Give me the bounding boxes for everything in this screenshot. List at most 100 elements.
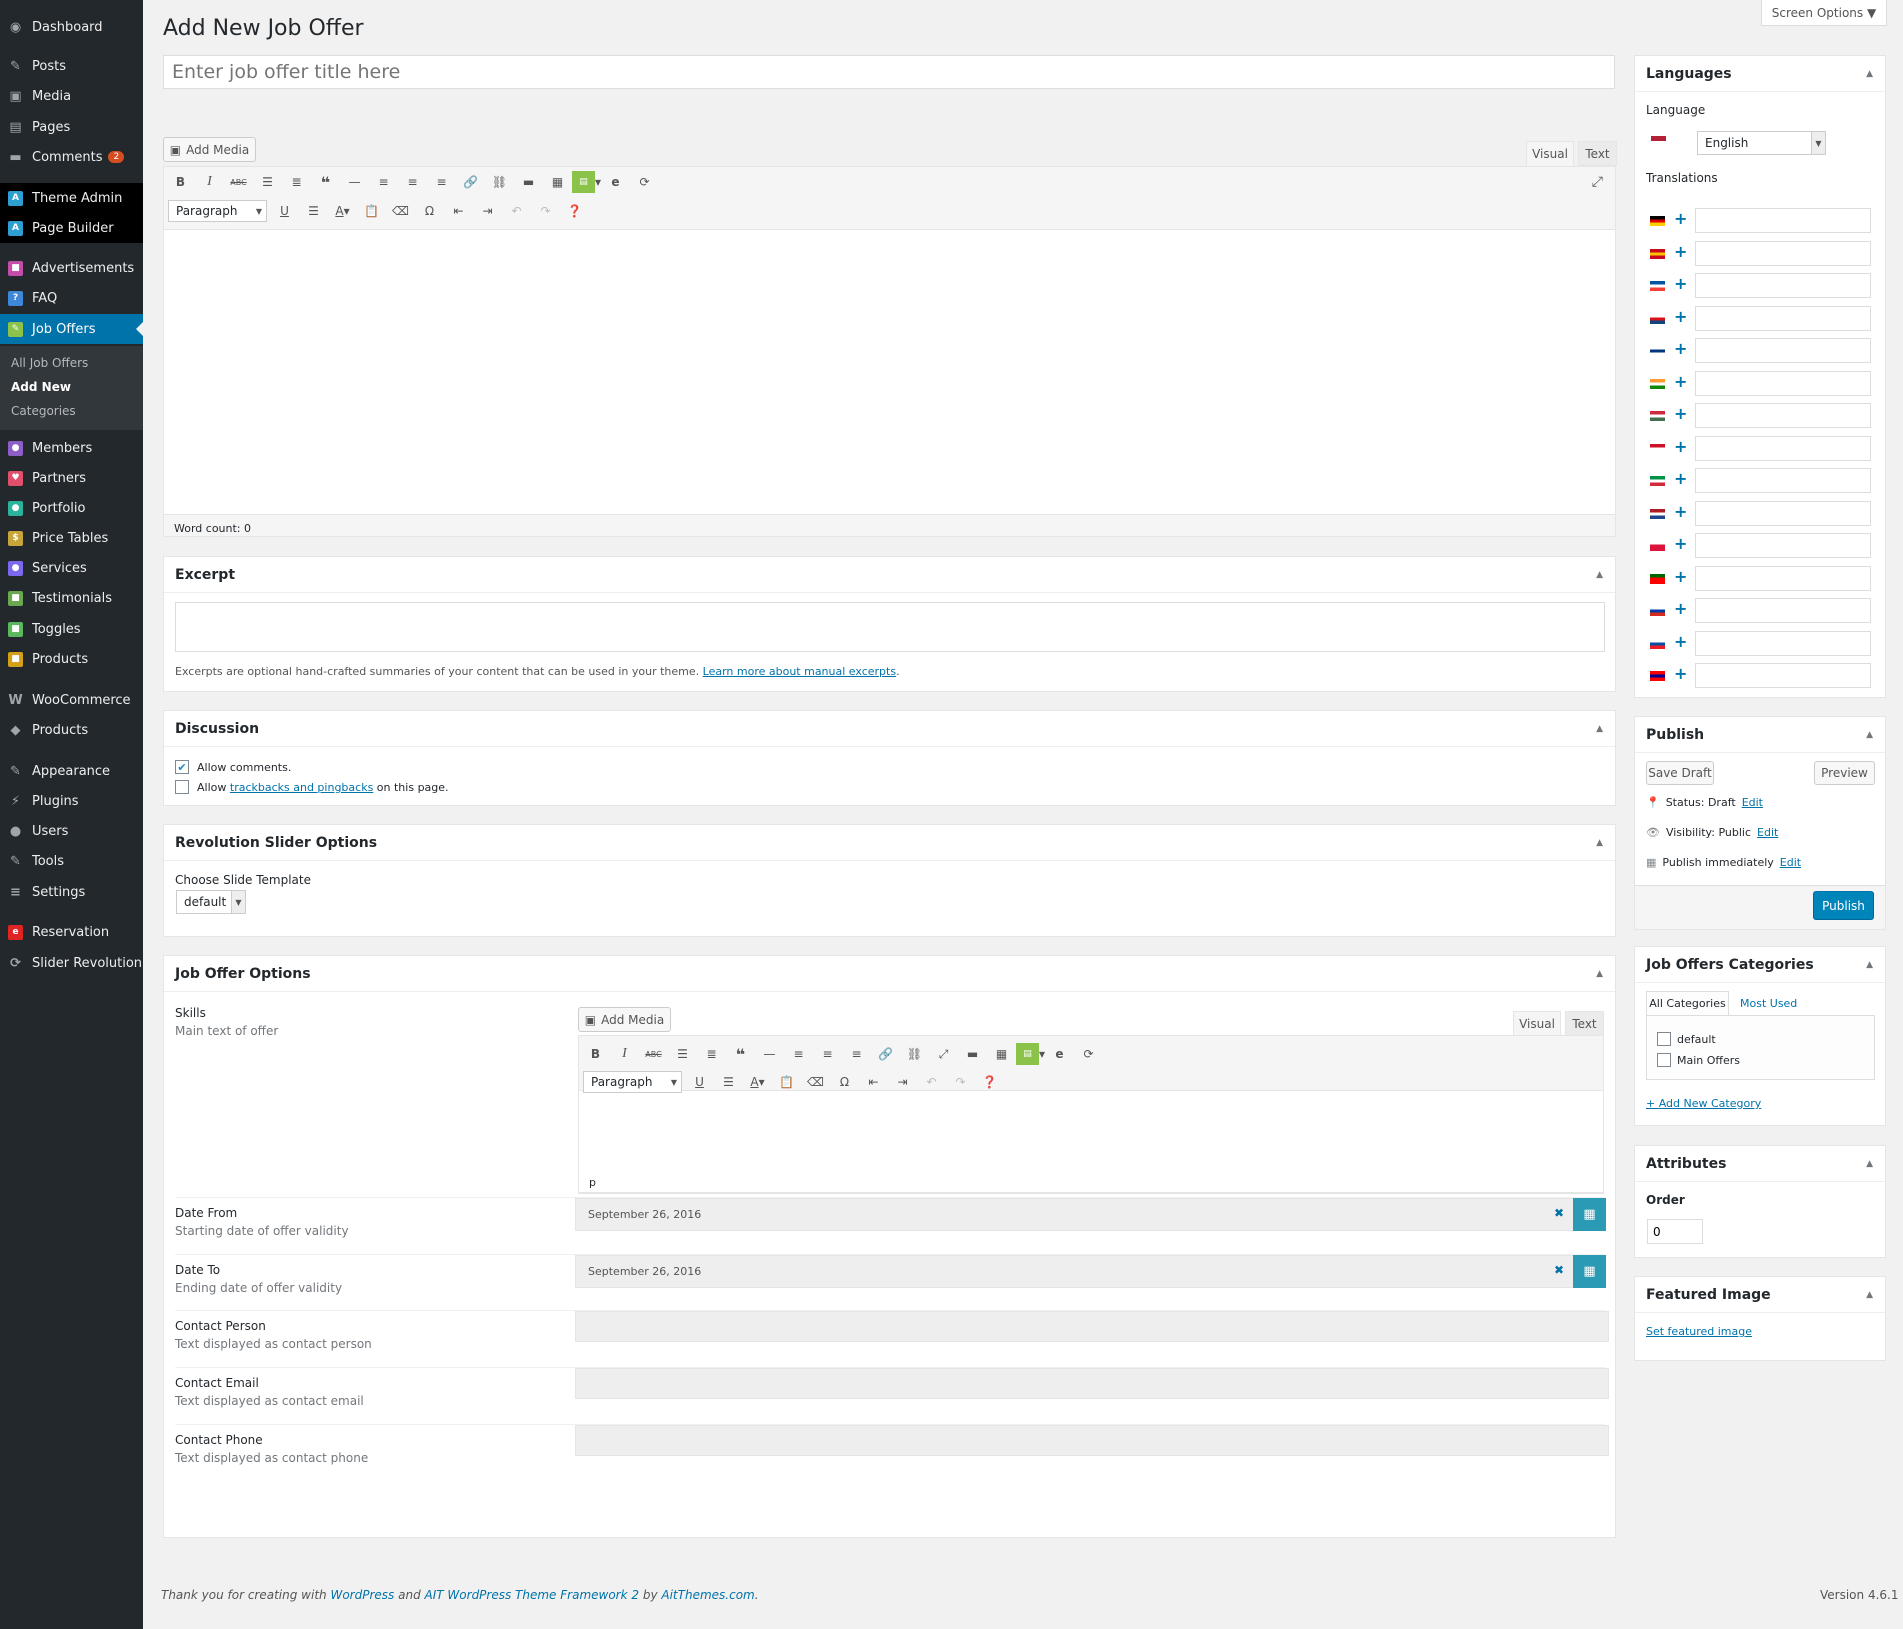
clear-format-icon[interactable]: ⌫ — [386, 200, 415, 222]
italic-icon[interactable]: I — [610, 1043, 639, 1065]
excerpt-learn-more-link[interactable]: Learn more about manual excerpts — [703, 665, 896, 678]
unlink-icon[interactable]: ⛓ — [900, 1043, 929, 1065]
horizontal-rule-icon[interactable]: — — [340, 171, 369, 193]
set-featured-image-link[interactable]: Set featured image — [1646, 1325, 1752, 1338]
submenu-add-new[interactable]: Add New — [11, 380, 71, 394]
collapse-arrow-icon[interactable]: ▲ — [1866, 730, 1873, 740]
special-char-icon[interactable]: Ω — [415, 200, 444, 222]
add-translation-icon[interactable]: + — [1674, 437, 1687, 456]
underline-icon[interactable]: U — [685, 1071, 714, 1093]
category-main-offers-checkbox[interactable] — [1657, 1053, 1671, 1067]
italian-translation-input[interactable] — [1695, 468, 1871, 493]
dutch-translation-input[interactable] — [1695, 500, 1871, 526]
order-input[interactable] — [1647, 1219, 1703, 1244]
sidebar-item-price-tables[interactable]: $ Price Tables — [0, 523, 143, 553]
add-translation-icon[interactable]: + — [1674, 664, 1687, 683]
sidebar-item-settings[interactable]: ≡ Settings — [0, 877, 143, 907]
text-color-icon[interactable]: A ▾ — [743, 1071, 772, 1093]
sidebar-item-toggles[interactable]: ■ Toggles — [0, 614, 143, 644]
allow-comments-checkbox[interactable]: ✔ — [175, 760, 189, 774]
sidebar-item-portfolio[interactable]: ● Portfolio — [0, 493, 143, 523]
sidebar-item-plugins[interactable]: ⚡ Plugins — [0, 786, 143, 816]
hungarian-translation-input[interactable] — [1695, 403, 1871, 428]
title-input[interactable] — [163, 55, 1615, 89]
allow-pingbacks-checkbox[interactable] — [175, 780, 189, 794]
add-translation-icon[interactable]: + — [1674, 404, 1687, 423]
sidebar-item-reservation[interactable]: e Reservation — [0, 917, 143, 947]
sidebar-item-page-builder[interactable]: A Page Builder — [0, 213, 143, 243]
shortcode-icon[interactable]: ▤ ▾ — [1016, 1043, 1045, 1065]
sidebar-item-faq[interactable]: ? FAQ — [0, 283, 143, 313]
skills-tab-text[interactable]: Text — [1565, 1011, 1604, 1036]
revslider-icon[interactable]: ⟳ — [630, 171, 659, 193]
clear-format-icon[interactable]: ⌫ — [801, 1071, 830, 1093]
fullscreen-icon[interactable]: ⤢ — [1592, 174, 1603, 190]
clear-date-icon[interactable]: ✖ — [1554, 1263, 1564, 1277]
add-translation-icon[interactable]: + — [1674, 307, 1687, 326]
sidebar-item-appearance[interactable]: ✎ Appearance — [0, 756, 143, 786]
sidebar-item-services[interactable]: ● Services — [0, 553, 143, 583]
trackbacks-link[interactable]: trackbacks and pingbacks — [230, 781, 373, 794]
skills-tab-visual[interactable]: Visual — [1513, 1011, 1561, 1036]
sidebar-item-pages[interactable]: ▤ Pages — [0, 112, 143, 142]
tab-visual[interactable]: Visual — [1526, 141, 1574, 166]
help-icon[interactable]: ❓ — [975, 1071, 1004, 1093]
align-center-icon[interactable]: ≡ — [398, 171, 427, 193]
undo-icon[interactable]: ↶ — [502, 200, 531, 222]
numbered-list-icon[interactable]: ≣ — [697, 1043, 726, 1065]
sidebar-item-members[interactable]: ● Members — [0, 433, 143, 463]
paste-text-icon[interactable]: 📋 — [357, 200, 386, 222]
add-translation-icon[interactable]: + — [1674, 274, 1687, 293]
add-translation-icon[interactable]: + — [1674, 242, 1687, 261]
skills-editor-body[interactable] — [579, 1090, 1603, 1193]
french-translation-input[interactable] — [1695, 273, 1871, 298]
add-translation-icon[interactable]: + — [1674, 567, 1687, 586]
help-icon[interactable]: ❓ — [560, 200, 589, 222]
link-icon[interactable]: 🔗 — [456, 171, 485, 193]
unlink-icon[interactable]: ⛓ — [485, 171, 514, 193]
contact-phone-input[interactable] — [575, 1425, 1609, 1456]
german-translation-input[interactable] — [1695, 208, 1871, 233]
collapse-arrow-icon[interactable]: ▲ — [1596, 969, 1603, 979]
outdent-icon[interactable]: ⇤ — [444, 200, 473, 222]
outdent-icon[interactable]: ⇤ — [859, 1071, 888, 1093]
portuguese-translation-input[interactable] — [1695, 565, 1871, 591]
date-from-input[interactable]: September 26, 2016 — [575, 1198, 1576, 1231]
indent-icon[interactable]: ⇥ — [888, 1071, 917, 1093]
bold-icon[interactable]: B — [581, 1043, 610, 1065]
tab-most-used[interactable]: Most Used — [1740, 997, 1797, 1010]
ait-framework-link[interactable]: AIT WordPress Theme Framework 2 — [425, 1588, 639, 1602]
collapse-arrow-icon[interactable]: ▲ — [1866, 69, 1873, 79]
date-to-input[interactable]: September 26, 2016 — [575, 1255, 1576, 1288]
bullet-list-icon[interactable]: ☰ — [253, 171, 282, 193]
edit-schedule-link[interactable]: Edit — [1780, 856, 1801, 869]
sidebar-item-posts[interactable]: ✎ Posts — [0, 51, 143, 81]
undo-icon[interactable]: ↶ — [917, 1071, 946, 1093]
edit-status-link[interactable]: Edit — [1742, 796, 1763, 809]
sidebar-item-slider-revolution[interactable]: ⟳ Slider Revolution — [0, 948, 143, 978]
numbered-list-icon[interactable]: ≣ — [282, 171, 311, 193]
czech-translation-input[interactable] — [1695, 305, 1871, 331]
revslider-icon[interactable]: ⟳ — [1074, 1043, 1103, 1065]
clear-date-icon[interactable]: ✖ — [1554, 1206, 1564, 1220]
reservation-e-icon[interactable]: e — [1045, 1043, 1074, 1065]
redo-icon[interactable]: ↷ — [946, 1071, 975, 1093]
bullet-list-icon[interactable]: ☰ — [668, 1043, 697, 1065]
hindi-translation-input[interactable] — [1695, 370, 1871, 396]
collapse-arrow-icon[interactable]: ▲ — [1596, 838, 1603, 848]
save-draft-button[interactable]: Save Draft — [1646, 761, 1714, 785]
contact-person-input[interactable] — [575, 1311, 1609, 1342]
sidebar-item-woocommerce[interactable]: W WooCommerce — [0, 685, 143, 715]
collapse-arrow-icon[interactable]: ▲ — [1866, 960, 1873, 970]
sidebar-item-comments[interactable]: ▬ Comments 2 — [0, 142, 143, 172]
italic-icon[interactable]: I — [195, 171, 224, 193]
polish-translation-input[interactable] — [1695, 533, 1871, 558]
blockquote-icon[interactable]: ❝ — [311, 171, 340, 193]
sidebar-item-woo-products[interactable]: ◆ Products — [0, 715, 143, 745]
sidebar-item-testimonials[interactable]: ■ Testimonials — [0, 583, 143, 613]
add-translation-icon[interactable]: + — [1674, 339, 1687, 358]
sidebar-item-advertisements[interactable]: ■ Advertisements — [0, 253, 143, 283]
aitthemes-link[interactable]: AitThemes.com — [661, 1588, 754, 1602]
sidebar-item-partners[interactable]: ♥ Partners — [0, 463, 143, 493]
special-char-icon[interactable]: Ω — [830, 1071, 859, 1093]
